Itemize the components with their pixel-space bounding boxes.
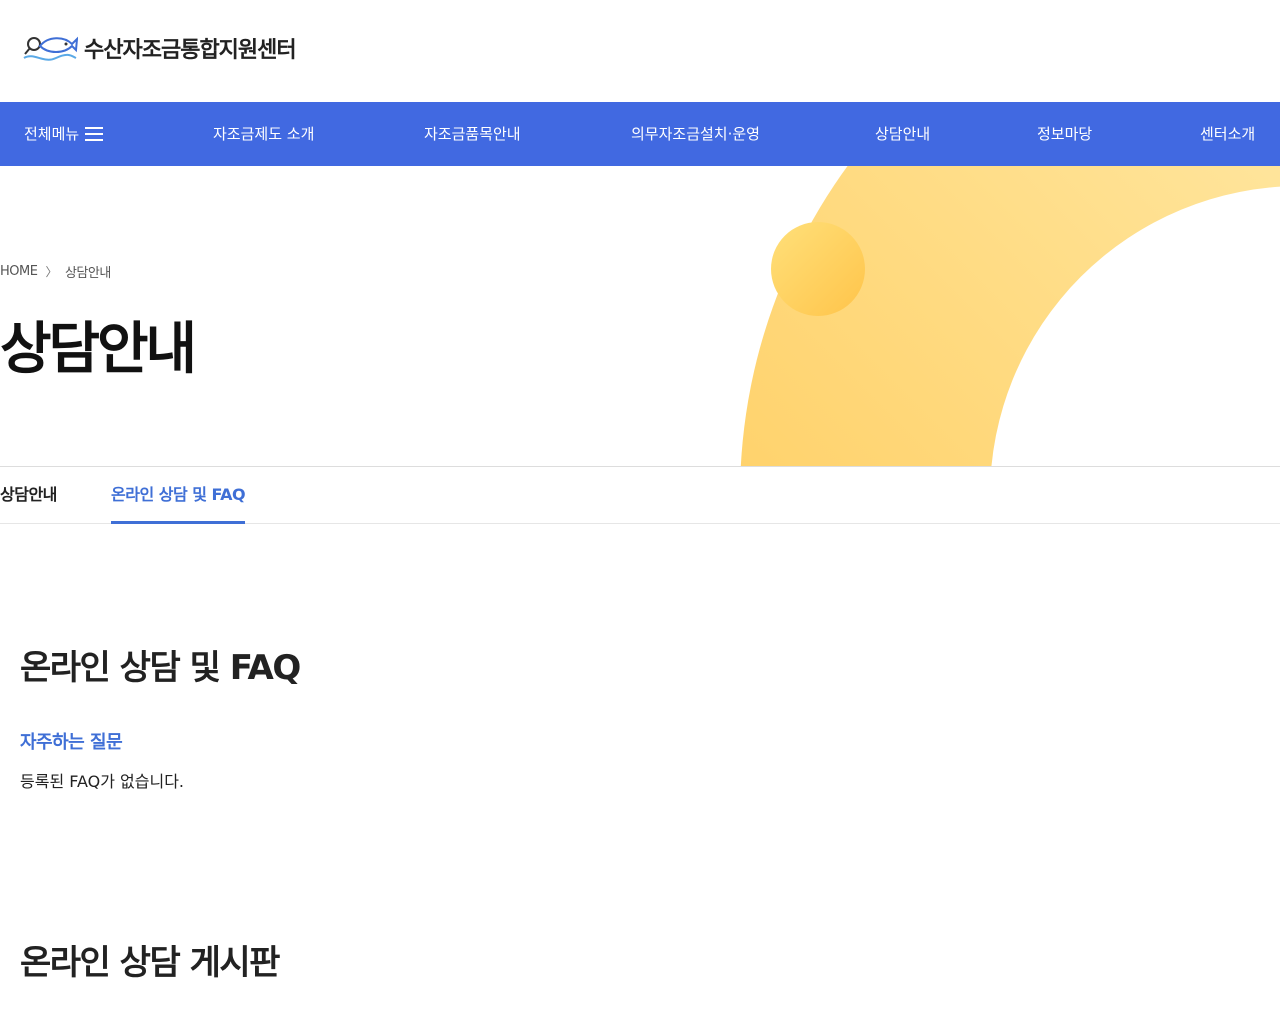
chevron-right-icon: 〉 <box>45 265 57 279</box>
faq-heading: 자주하는 질문 <box>20 732 123 753</box>
fish-logo-icon <box>23 36 78 61</box>
main-navigation: 전체메뉴 자조금제도 소개 자조금품목안내 의무자조금설치·운영 상담안내 정보… <box>0 102 1280 166</box>
site-header: 수산자조금통합지원센터 <box>0 0 1280 102</box>
sub-tabs: 상담안내 온라인 상담 및 FAQ <box>0 466 1280 524</box>
tab-online-consultation-faq[interactable]: 온라인 상담 및 FAQ <box>111 467 246 524</box>
nav-item-mandatory-subsidy[interactable]: 의무자조금설치·운영 <box>631 102 760 166</box>
nav-item-info[interactable]: 정보마당 <box>1037 102 1092 166</box>
tab-consultation-guide[interactable]: 상담안내 <box>0 467 57 524</box>
hamburger-menu-icon <box>85 127 104 141</box>
faq-empty-message: 등록된 FAQ가 없습니다. <box>20 772 185 791</box>
sub-visual: HOME 〉 상담안내 상담안내 <box>0 166 1280 466</box>
board-section-title: 온라인 상담 게시판 <box>20 943 280 983</box>
nav-item-subsidy-products[interactable]: 자조금품목안내 <box>424 102 521 166</box>
nav-item-consultation[interactable]: 상담안내 <box>875 102 930 166</box>
breadcrumb-home-link[interactable]: HOME <box>0 264 38 279</box>
site-logo[interactable]: 수산자조금통합지원센터 <box>22 30 297 66</box>
faq-section-title: 온라인 상담 및 FAQ <box>20 648 301 688</box>
breadcrumb: HOME 〉 상담안내 <box>0 262 111 281</box>
nav-item-center-intro[interactable]: 센터소개 <box>1200 102 1255 166</box>
page-title: 상담안내 <box>0 317 197 382</box>
breadcrumb-current: 상담안내 <box>64 266 111 281</box>
all-menu-button[interactable]: 전체메뉴 <box>24 102 104 166</box>
logo-text: 수산자조금통합지원센터 <box>84 38 297 63</box>
nav-item-subsidy-intro[interactable]: 자조금제도 소개 <box>213 102 314 166</box>
all-menu-label: 전체메뉴 <box>24 125 80 143</box>
